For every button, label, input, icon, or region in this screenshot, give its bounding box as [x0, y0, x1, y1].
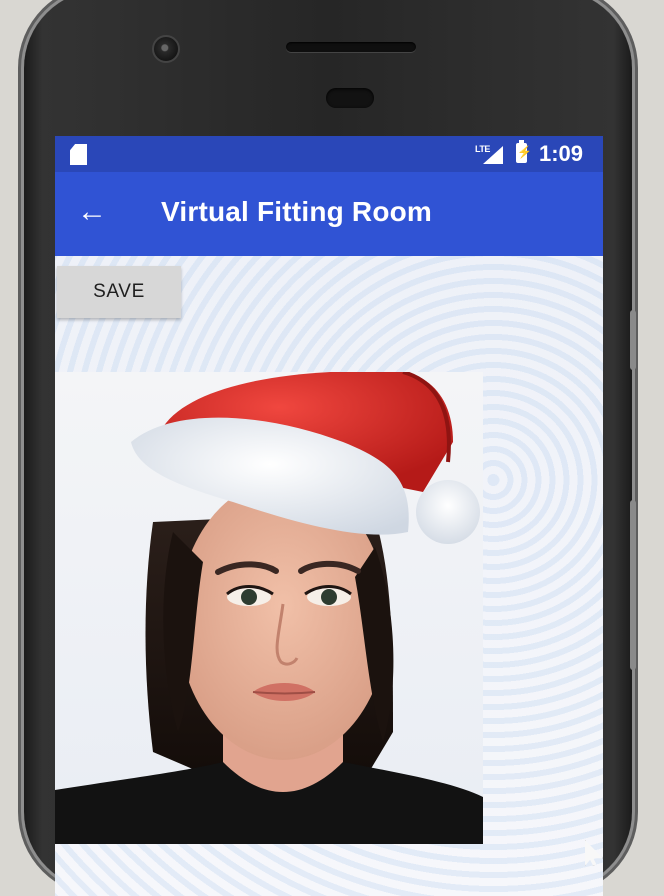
page-title: Virtual Fitting Room: [161, 196, 433, 227]
front-camera-icon: [152, 35, 180, 63]
earpiece-speaker: [286, 42, 416, 52]
clock: 1:09: [539, 141, 584, 166]
signal-icon: [483, 146, 503, 164]
screen: LTE ⚡ 1:09 ← Virtual Fitting Room SAVE: [55, 136, 603, 896]
sd-card-icon: [70, 144, 87, 165]
side-button: [630, 500, 636, 670]
battery-charging-icon: ⚡: [516, 140, 532, 163]
portrait-photo: [55, 372, 483, 844]
arrow-left-icon[interactable]: ←: [77, 190, 107, 234]
save-button[interactable]: SAVE: [57, 266, 181, 318]
portrait-illustration: [55, 372, 483, 844]
main-content: SAVE: [55, 256, 603, 896]
side-button: [630, 310, 636, 370]
proximity-sensor: [326, 88, 374, 108]
status-bar: LTE ⚡ 1:09: [55, 136, 603, 172]
app-bar: ← Virtual Fitting Room: [55, 172, 603, 256]
